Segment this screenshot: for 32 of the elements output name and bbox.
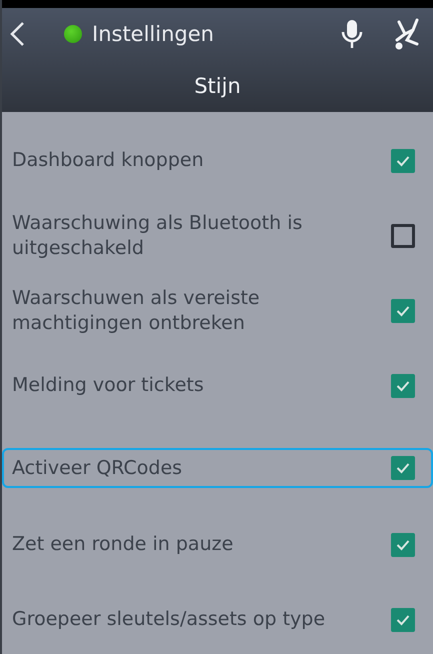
checkbox[interactable] <box>391 298 415 322</box>
check-icon <box>396 614 410 626</box>
setting-label: Dashboard knoppen <box>12 148 204 173</box>
setting-label: Activeer QRCodes <box>12 456 182 480</box>
setting-label: Waarschuwing als Bluetooth is uitgeschakeld <box>12 210 304 260</box>
setting-row[interactable]: Activeer QRCodes <box>2 448 433 488</box>
check-icon <box>396 304 410 316</box>
checkbox[interactable] <box>391 608 415 632</box>
checkbox[interactable] <box>391 456 415 480</box>
setting-label: Groepeer sleutels/assets op type <box>12 607 326 632</box>
check-icon <box>396 462 410 474</box>
setting-label: Melding voor tickets <box>12 373 204 398</box>
setting-row[interactable]: Melding voor tickets <box>2 349 433 422</box>
check-icon <box>396 380 410 392</box>
checkbox[interactable] <box>391 532 415 556</box>
setting-row[interactable]: Zet een ronde in pauze <box>2 508 433 581</box>
setting-row[interactable]: Waarschuwen als vereiste machtigingen ontbreken <box>2 274 433 347</box>
check-icon <box>396 154 410 166</box>
setting-label: Zet een ronde in pauze <box>12 532 234 557</box>
checkbox[interactable] <box>391 148 415 172</box>
checkbox[interactable] <box>391 224 415 248</box>
falling-person-icon[interactable] <box>393 18 421 50</box>
check-icon <box>396 538 410 550</box>
back-icon[interactable] <box>8 21 26 47</box>
screen-title: Instellingen <box>92 22 215 46</box>
setting-row[interactable]: Dashboard knoppen <box>2 124 433 197</box>
setting-row[interactable]: Waarschuwing als Bluetooth is uitgeschakeld <box>2 199 433 272</box>
user-name: Stijn <box>193 73 242 100</box>
setting-label: Waarschuwen als vereiste machtigingen ontbreken <box>12 286 261 336</box>
setting-row[interactable]: Groepeer sleutels/assets op type <box>2 583 433 654</box>
checkbox[interactable] <box>391 374 415 398</box>
microphone-icon[interactable] <box>341 19 363 49</box>
